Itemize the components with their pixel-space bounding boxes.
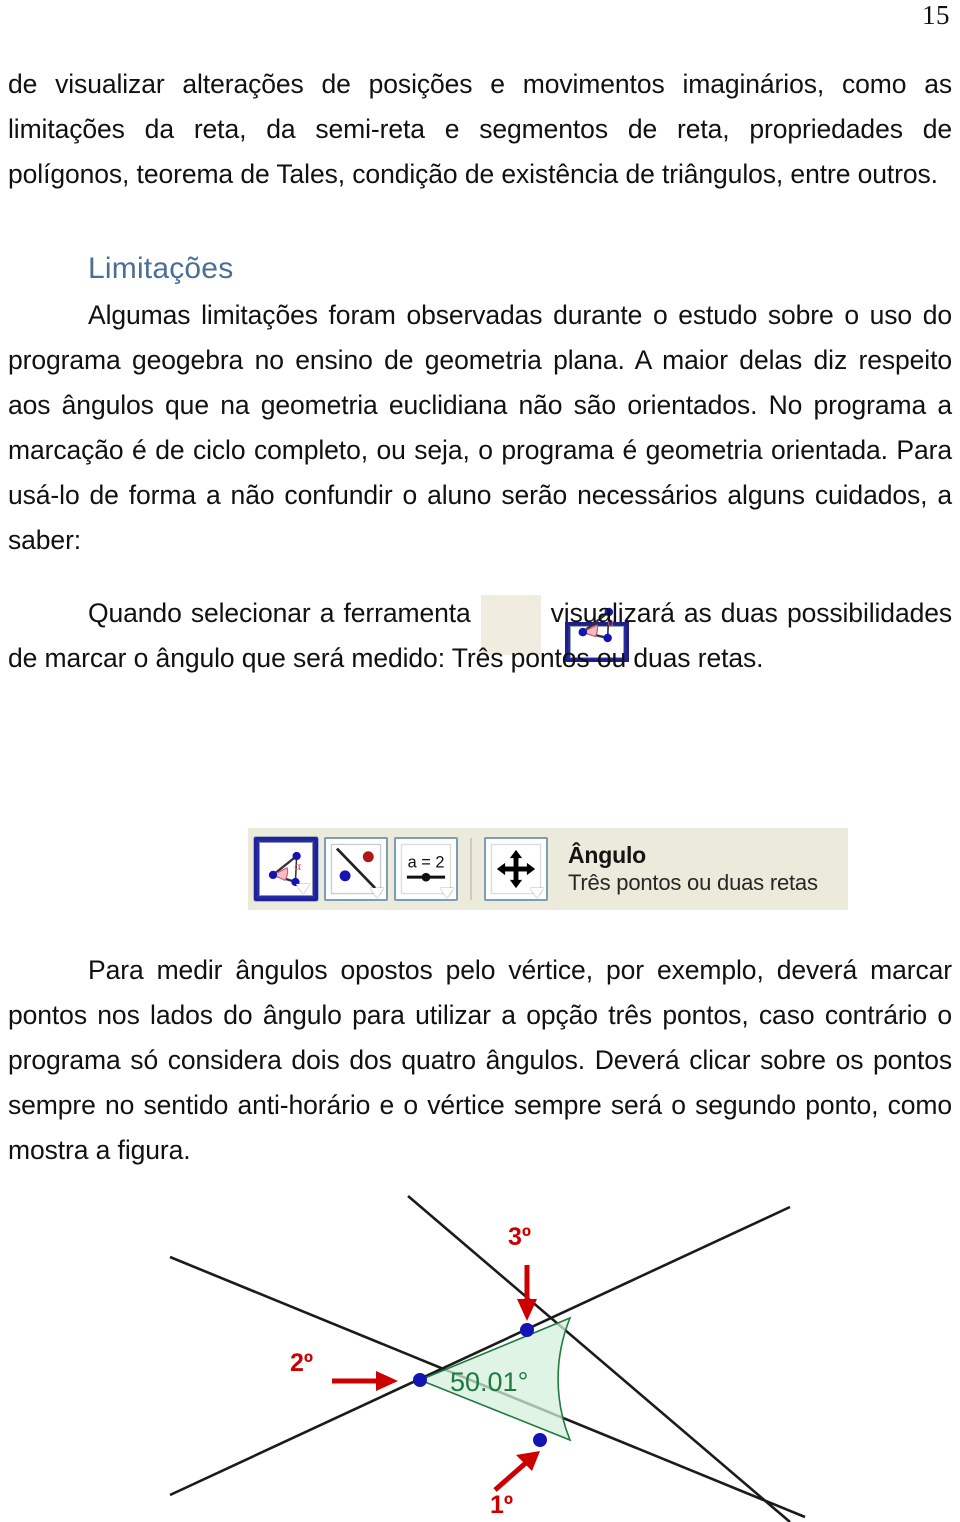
toolbar-help-text: Ângulo Três pontos ou duas retas: [568, 842, 818, 895]
toolbar-button-slider-face: a = 2: [396, 839, 456, 899]
annotation-label-2: 2º: [290, 1349, 313, 1377]
toolbar-button-slider-tool[interactable]: a = 2: [394, 837, 458, 901]
toolbar-button-distance-face: [326, 839, 386, 899]
toolbar-button-angle-face: α: [259, 842, 313, 896]
document-body: de visualizar alterações de posições e m…: [8, 62, 952, 681]
annotation-arrow-2-icon: [332, 1371, 398, 1391]
toolbar-button-move-face: [486, 839, 546, 899]
line-b: [169, 1205, 791, 1497]
toolbar-separator: [470, 838, 472, 900]
vertex-point: [413, 1373, 427, 1387]
heading-limitacoes: Limitações: [88, 252, 234, 285]
crossing-lines-figure: 50.01° 3º 2º 1º: [150, 1195, 830, 1522]
paragraph-intro: de visualizar alterações de posições e m…: [8, 69, 952, 189]
paragraph-medir-angulos: Para medir ângulos opostos pelo vértice,…: [8, 955, 952, 1165]
document-page: 15 de visualizar alterações de posições …: [0, 0, 960, 1522]
crossing-lines-svg: 50.01° 3º 2º 1º: [169, 1195, 806, 1522]
page-number: 15: [922, 0, 950, 30]
geogebra-toolbar-figure: α a = 2 Ângulo Três pontos ou duas retas: [248, 828, 848, 918]
point-first: [533, 1433, 547, 1447]
toolbar-button-angle-corner-icon[interactable]: [296, 884, 310, 894]
paragraph-ferramenta-before: Quando selecionar a ferramenta: [88, 598, 471, 628]
annotation-arrow-1-icon: [493, 1451, 540, 1492]
point-third: [520, 1323, 534, 1337]
angle-measure-label: 50.01°: [450, 1367, 528, 1397]
toolbar-subtitle: Três pontos ou duas retas: [568, 869, 818, 895]
svg-text:α: α: [294, 858, 301, 873]
toolbar-button-move-tool[interactable]: [484, 837, 548, 901]
geogebra-toolbar: α a = 2 Ângulo Três pontos ou duas retas: [248, 828, 848, 910]
toolbar-button-distance-tool[interactable]: [324, 837, 388, 901]
toolbar-button-angle-tool[interactable]: α: [254, 837, 318, 901]
annotation-label-3: 3º: [508, 1223, 531, 1251]
paragraph-ferramenta: Quando selecionar a ferramenta α visuali…: [8, 591, 952, 681]
paragraph-limitacoes: Algumas limitações foram observadas dura…: [8, 300, 952, 555]
paragraph-medir-wrap: Para medir ângulos opostos pelo vértice,…: [8, 948, 952, 1173]
toolbar-button-distance-corner-icon[interactable]: [370, 888, 384, 898]
toolbar-button-move-corner-icon[interactable]: [530, 888, 544, 898]
toolbar-button-slider-corner-icon[interactable]: [440, 888, 454, 898]
toolbar-title: Ângulo: [568, 842, 646, 869]
svg-text:a = 2: a = 2: [408, 854, 445, 872]
annotation-label-1: 1º: [490, 1491, 513, 1519]
